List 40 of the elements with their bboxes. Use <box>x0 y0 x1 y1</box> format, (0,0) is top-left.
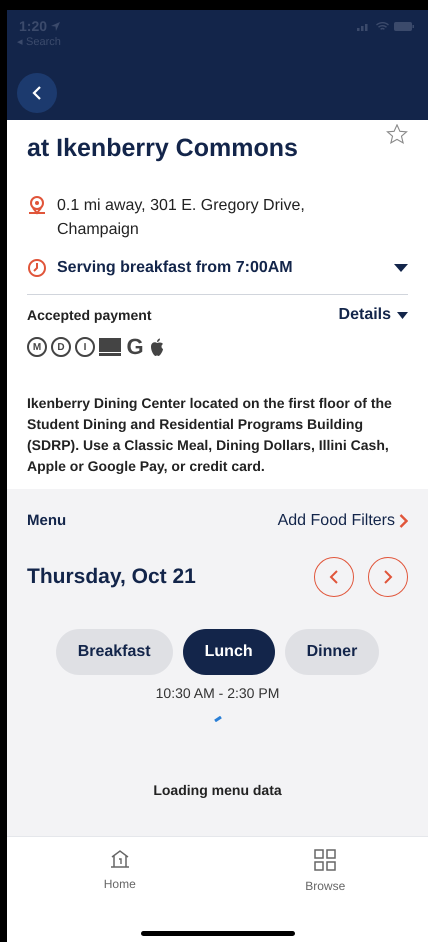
meal-tab[interactable]: Breakfast <box>56 629 173 675</box>
tab-bar-item[interactable]: Home <box>80 849 160 895</box>
food-filters-link[interactable]: Add Food Filters <box>278 509 408 533</box>
location-title: at Ikenberry Commons <box>27 133 298 164</box>
card-icon <box>99 338 121 356</box>
payment-symbol: G <box>125 336 145 358</box>
tab-bar-item[interactable]: Browse <box>285 849 366 895</box>
caret-icon[interactable] <box>394 264 408 272</box>
grid-icon <box>314 849 336 871</box>
location-pin-icon <box>27 195 47 215</box>
wifi-icon <box>376 22 389 31</box>
chevron-right-icon <box>383 570 393 584</box>
menu-label: Menu <box>27 510 66 531</box>
address-text: 0.1 mi away, 301 E. Gregory Drive, Champaign <box>57 196 306 240</box>
chevron-left-icon <box>329 570 339 584</box>
payment-symbol: M <box>27 337 47 357</box>
meal-hours: 10:30 AM - 2:30 PM <box>154 684 280 703</box>
battery-icon <box>394 22 414 31</box>
star-icon[interactable] <box>386 124 408 145</box>
apple-icon <box>149 338 165 356</box>
description-text: Ikenberry Dining Center located on the first floor of the Student Dining and Residential Programs Building (SDRP). Use a Classic Meal, Dining Dollars, Illini Cash, Apple or Google Pay, or credit card. <box>27 394 393 476</box>
next-day-button[interactable] <box>368 557 408 597</box>
loading-spinner-icon <box>214 716 222 722</box>
payment-label: Accepted payment <box>27 306 152 325</box>
chevron-right-icon <box>399 514 408 528</box>
home-icon <box>110 849 130 869</box>
back-icon <box>32 86 42 100</box>
caret-icon <box>397 312 408 318</box>
payment-symbol: D <box>51 337 71 357</box>
previous-day-button[interactable] <box>314 557 354 597</box>
back-button[interactable] <box>17 73 57 113</box>
loading-status: Loading menu data <box>152 781 283 800</box>
serving-hours[interactable]: Serving breakfast from 7:00AM <box>57 256 394 280</box>
location-arrow-icon <box>51 22 60 31</box>
details-button[interactable]: Details <box>338 303 408 327</box>
payment-symbol: I <box>75 337 95 357</box>
meal-tab[interactable]: Dinner <box>284 629 380 675</box>
meal-tab[interactable]: Lunch <box>182 629 275 675</box>
clock-icon <box>27 258 47 278</box>
menu-date: Thursday, Oct 21 <box>27 564 196 590</box>
